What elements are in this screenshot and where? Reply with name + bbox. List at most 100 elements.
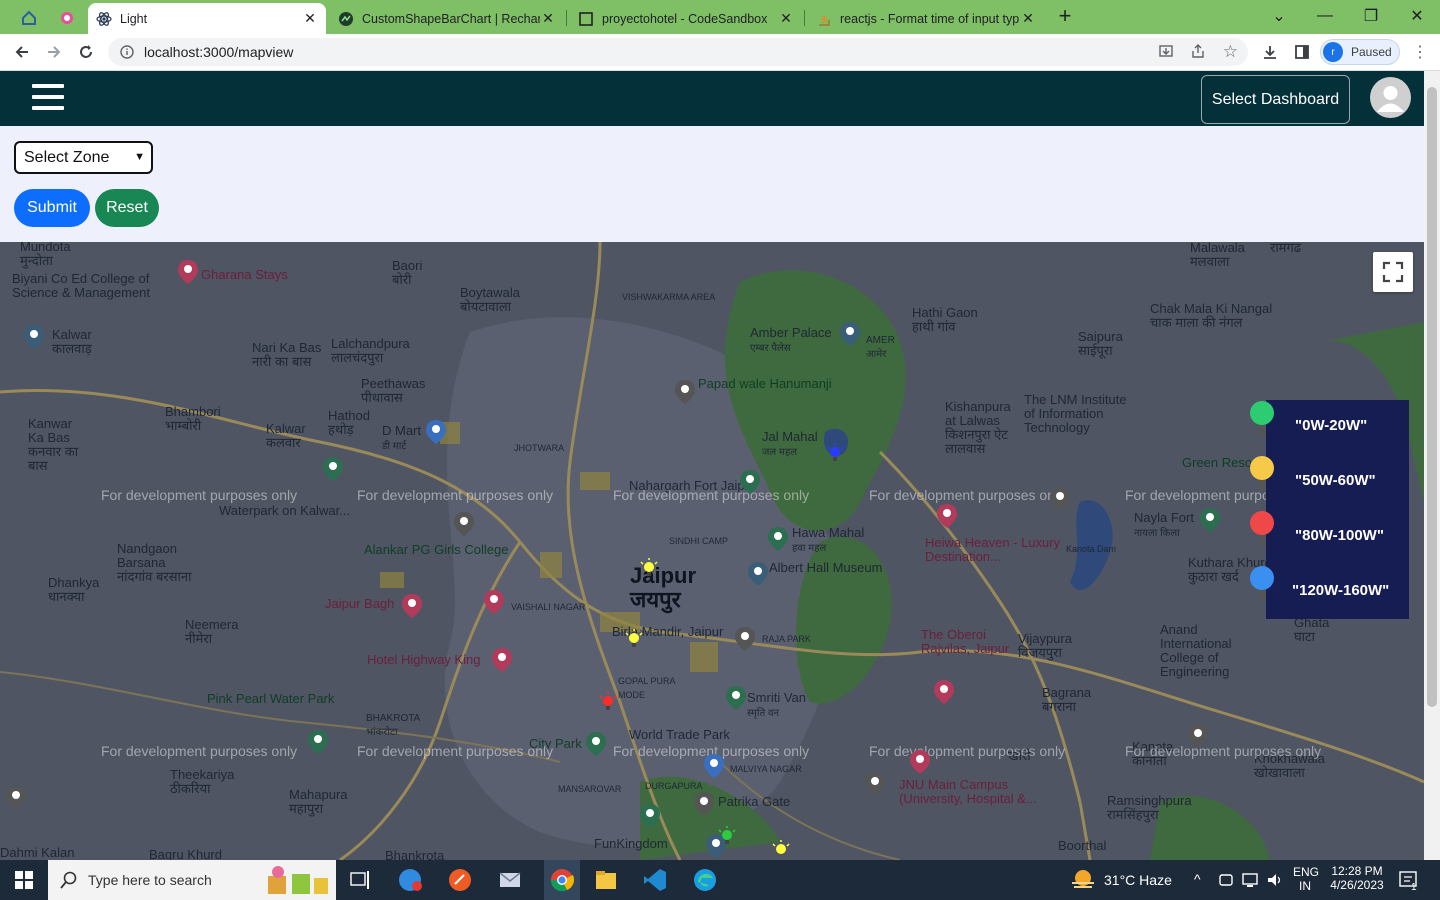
fullscreen-button[interactable] <box>1373 252 1413 292</box>
vscode-icon[interactable] <box>641 866 669 894</box>
bulb-marker-icon[interactable] <box>624 629 644 651</box>
temple-pin-icon[interactable] <box>675 380 695 404</box>
select-dashboard-button[interactable]: Select Dashboard <box>1201 75 1350 124</box>
edge-icon[interactable] <box>691 866 719 894</box>
network-icon[interactable] <box>1242 872 1260 888</box>
park-pin-icon[interactable] <box>323 457 343 481</box>
submit-button[interactable]: Submit <box>14 189 90 227</box>
mail-icon[interactable] <box>496 866 524 894</box>
school-pin-icon[interactable] <box>24 325 44 349</box>
more-menu-icon[interactable]: ⋮ <box>1406 38 1434 66</box>
place-label: Patrika Gate <box>718 794 791 809</box>
tab-codesandbox[interactable]: proyectohotel - CodeSandbox ✕ <box>570 3 802 34</box>
minimize-button[interactable]: — <box>1302 4 1348 28</box>
pinned-tab-2[interactable] <box>52 5 82 31</box>
school-pin-icon[interactable] <box>1050 487 1070 511</box>
hospital-pin-icon[interactable] <box>484 590 504 614</box>
place-label: Nayla Fort नायला किला <box>1134 510 1194 540</box>
school-pin-icon[interactable] <box>865 772 885 796</box>
hospital-pin-icon[interactable] <box>910 750 930 774</box>
place-label: D Mart डी मार्ट <box>382 423 421 453</box>
close-tab-icon[interactable]: ✕ <box>540 10 556 27</box>
close-window-button[interactable]: ✕ <box>1394 4 1440 28</box>
back-button[interactable] <box>8 38 36 66</box>
address-bar[interactable]: localhost:3000/mapview ☆ <box>108 38 1248 66</box>
search-icon <box>60 871 77 889</box>
bookmark-star-icon[interactable]: ☆ <box>1223 42 1238 62</box>
downloads-button[interactable] <box>1256 38 1284 66</box>
user-avatar[interactable] <box>1370 77 1411 118</box>
shop-pin-icon[interactable] <box>704 754 724 778</box>
tab-search-icon[interactable]: ⌄ <box>1256 4 1302 28</box>
hotel-pin-icon[interactable] <box>402 594 422 618</box>
side-panel-icon <box>1295 45 1309 59</box>
museum-pin-icon[interactable] <box>748 562 768 586</box>
clock[interactable]: 12:28 PM 4/26/2023 <box>1330 864 1384 892</box>
map-view[interactable]: Mundota मुन्दोता Biyani Co Ed College of … <box>0 242 1424 860</box>
scrollbar-thumb[interactable] <box>1427 87 1437 707</box>
place-label: SINDHI CAMP <box>669 536 729 546</box>
weather-haze-icon[interactable] <box>1070 868 1096 892</box>
install-icon[interactable] <box>1158 43 1174 62</box>
park-pin-icon[interactable] <box>640 804 660 828</box>
shop-pin-icon[interactable] <box>426 420 446 444</box>
postman-icon[interactable] <box>446 866 474 894</box>
hamburger-menu-icon[interactable] <box>32 84 64 112</box>
park-pin-icon[interactable] <box>308 730 328 754</box>
fort-pin-icon[interactable] <box>1200 508 1220 532</box>
park-pin-icon[interactable] <box>726 686 746 710</box>
hotel-pin-icon[interactable] <box>937 504 957 528</box>
tab-recharts[interactable]: CustomShapeBarChart | Recharts ✕ <box>330 3 564 34</box>
forward-button[interactable] <box>40 38 68 66</box>
bulb-marker-icon[interactable] <box>771 840 791 860</box>
meet-now-icon[interactable] <box>1218 872 1234 888</box>
info-icon[interactable] <box>120 45 134 59</box>
zone-select[interactable]: Select Zone ▼ <box>14 141 153 174</box>
tab-stackoverflow[interactable]: reactjs - Format time of input typ ✕ <box>808 3 1044 34</box>
pinned-tab-1[interactable] <box>14 5 44 31</box>
side-panel-button[interactable] <box>1288 38 1316 66</box>
hotel-pin-icon[interactable] <box>934 680 954 704</box>
hotel-pin-icon[interactable] <box>178 260 198 284</box>
reload-button[interactable] <box>72 38 100 66</box>
close-tab-icon[interactable]: ✕ <box>302 10 318 27</box>
bulb-marker-icon[interactable] <box>639 558 659 580</box>
close-tab-icon[interactable]: ✕ <box>778 10 794 27</box>
school-pin-icon[interactable] <box>6 786 26 810</box>
start-button[interactable] <box>10 866 38 894</box>
volume-icon[interactable] <box>1266 872 1284 888</box>
tab-light[interactable]: Light ✕ <box>88 3 326 34</box>
filter-panel: Select Zone ▼ Submit Reset <box>0 126 1424 242</box>
park-pin-icon[interactable] <box>586 732 606 756</box>
place-label: Jaipur Bagh <box>325 596 395 611</box>
school-pin-icon[interactable] <box>454 512 474 536</box>
task-view-icon[interactable] <box>346 866 374 894</box>
landmark-pin-icon[interactable] <box>740 470 760 494</box>
landmark-pin-icon[interactable] <box>694 792 714 816</box>
bulb-marker-icon[interactable] <box>717 826 737 848</box>
page-scrollbar[interactable] <box>1424 71 1440 860</box>
close-tab-icon[interactable]: ✕ <box>1020 10 1036 27</box>
file-explorer-icon[interactable] <box>592 866 620 894</box>
chrome-icon[interactable] <box>544 860 580 900</box>
place-label: Kishanpura at Lalwas किशनपुरा ऐट लालवास <box>945 399 1011 456</box>
new-tab-button[interactable]: + <box>1042 3 1088 28</box>
temple-pin-icon[interactable] <box>735 627 755 651</box>
profile-button[interactable]: r Paused <box>1320 39 1400 65</box>
chevron-up-icon[interactable]: ^ <box>1194 871 1201 887</box>
landmark-pin-icon[interactable] <box>768 527 788 551</box>
language-indicator[interactable]: ENG IN <box>1293 865 1319 893</box>
legend-item: "120W-160W" <box>1250 565 1409 615</box>
reset-button[interactable]: Reset <box>95 189 159 227</box>
landmark-pin-icon[interactable] <box>840 322 860 346</box>
maximize-button[interactable]: ❐ <box>1348 4 1394 28</box>
app-icon[interactable] <box>396 866 424 894</box>
taskbar-search[interactable]: Type here to search <box>48 860 336 900</box>
place-label: GOPAL PURA MODE <box>618 676 676 700</box>
bulb-marker-icon[interactable] <box>825 443 845 465</box>
hotel-pin-icon[interactable] <box>492 648 512 672</box>
school-pin-icon[interactable] <box>1188 724 1208 748</box>
share-icon[interactable] <box>1190 43 1206 62</box>
bulb-marker-icon[interactable] <box>598 692 618 714</box>
weather-text[interactable]: 31°C Haze <box>1104 872 1172 888</box>
